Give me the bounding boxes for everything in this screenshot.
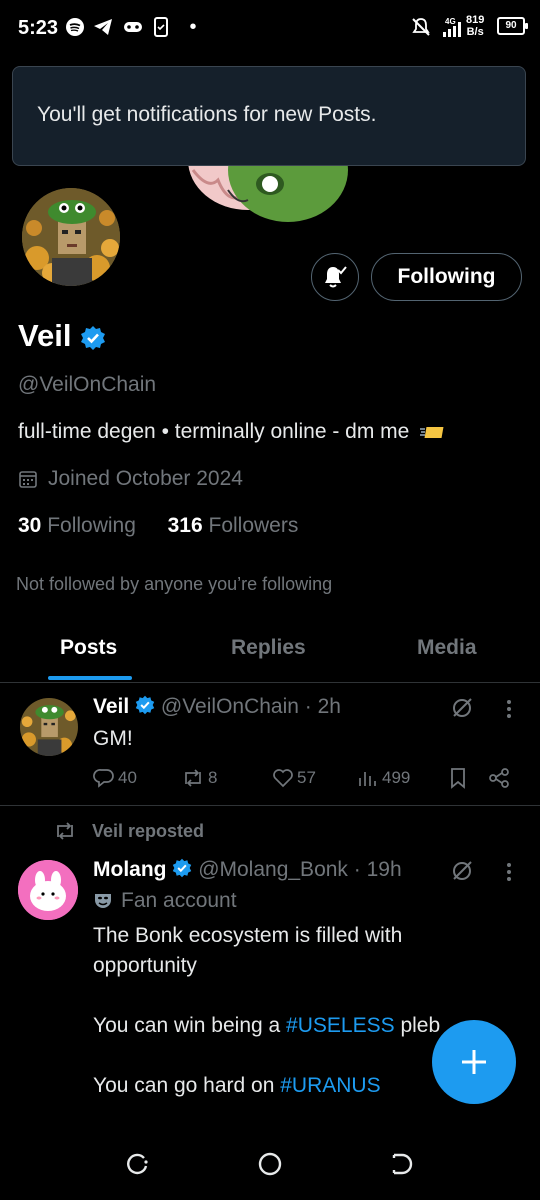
net-speed-unit: B/s (466, 26, 484, 38)
profile-name-text: Veil (18, 318, 72, 353)
following-count: 30 (18, 514, 42, 537)
net-speed: 819 B/s (466, 14, 484, 38)
status-time: 5:23 (18, 17, 59, 39)
followers-count: 316 (167, 514, 203, 537)
notifications-bell-button[interactable] (311, 253, 359, 301)
verified-badge-icon (173, 858, 192, 878)
like-count: 57 (297, 768, 316, 787)
more-options-icon[interactable] (504, 861, 514, 883)
net-speed-value: 819 (466, 14, 485, 26)
follow-counts: 30 Following 316 Followers (18, 514, 298, 538)
mute-icon (410, 16, 432, 38)
flying-envelope-icon (420, 427, 444, 439)
repost-label[interactable]: Veil reposted (92, 821, 204, 842)
back-icon[interactable] (388, 1150, 416, 1178)
more-options-icon[interactable] (504, 698, 514, 720)
tab-media[interactable]: Media (417, 636, 477, 660)
profile-bio: full-time degen • terminally online - dm… (18, 420, 445, 444)
following-button[interactable]: Following (371, 253, 522, 301)
repost-button[interactable]: 8 (181, 767, 217, 789)
gamepad-icon (122, 16, 144, 38)
heart-icon (273, 769, 293, 788)
not-followed-notice: Not followed by anyone you’re following (16, 574, 333, 594)
views-chart-icon (359, 772, 376, 786)
share-icon[interactable] (488, 767, 510, 789)
repost-icon (57, 822, 73, 840)
post-text-line: The Bonk ecosystem is filled with (93, 924, 403, 947)
profile-tabs: Posts Replies Media (0, 620, 540, 683)
post-text: GM! (93, 727, 133, 750)
post-header: Molang @Molang_Bonk · 19h (93, 858, 402, 882)
followers-label: Followers (208, 514, 299, 537)
post-text-segment: You can win being a (93, 1014, 287, 1037)
svg-text:4G: 4G (445, 17, 456, 26)
notification-toast: You'll get notifications for new Posts. (12, 66, 526, 166)
post-header: Veil @VeilOnChain · 2h (93, 695, 341, 719)
profile-avatar[interactable] (18, 184, 124, 290)
following-label: Following (47, 514, 136, 537)
like-button[interactable]: 57 (272, 767, 316, 789)
verified-badge-icon (135, 695, 155, 715)
post-text-segment: pleb (394, 1014, 441, 1037)
post-text: The Bonk ecosystem is filled with opport… (93, 921, 440, 1101)
system-navigation-bar (0, 1128, 540, 1200)
post-avatar[interactable] (18, 860, 78, 920)
reply-button[interactable]: 40 (93, 767, 137, 789)
repost-icon (185, 769, 201, 787)
verified-badge-icon[interactable] (80, 325, 106, 351)
telegram-icon (92, 16, 114, 38)
fan-account-label: Fan account (93, 889, 237, 913)
profile-bio-text: full-time degen • terminally online - dm… (18, 420, 410, 443)
tab-posts[interactable]: Posts (60, 636, 117, 660)
view-count: 499 (382, 768, 411, 787)
joined-date: Joined October 2024 (18, 467, 243, 491)
signal-icon: 4G (438, 16, 464, 38)
compose-post-button[interactable] (432, 1020, 516, 1104)
notification-dot-icon: • (189, 15, 197, 38)
status-bar: 5:23 • 4G 819 B/s 90 (0, 0, 540, 58)
reply-count: 40 (118, 768, 137, 787)
tab-active-indicator (48, 676, 132, 680)
bookmark-icon[interactable] (448, 767, 468, 789)
post-handle-time: @Molang_Bonk · 19h (198, 858, 402, 881)
recent-apps-icon[interactable] (124, 1150, 152, 1178)
post-text-line: You can go hard on #URANUS (93, 1071, 433, 1101)
post-handle-time: @VeilOnChain · 2h (160, 695, 341, 718)
reply-icon (93, 769, 114, 788)
hashtag-link[interactable]: #URANUS (280, 1074, 380, 1097)
calendar-icon (19, 471, 37, 488)
grok-icon[interactable] (450, 859, 474, 883)
theater-mask-icon (95, 894, 111, 908)
bell-check-icon (325, 266, 347, 288)
grok-icon[interactable] (450, 696, 474, 720)
post-divider (0, 805, 540, 806)
spotify-icon (64, 16, 86, 38)
post-avatar[interactable] (20, 698, 78, 756)
followers-count-link[interactable]: 316 Followers (168, 514, 299, 537)
phone-check-icon (150, 16, 172, 38)
tab-replies[interactable]: Replies (231, 636, 306, 660)
post-author-name[interactable]: Veil (93, 695, 129, 718)
plus-icon (462, 1050, 486, 1074)
post-text-line: opportunity (93, 954, 197, 977)
toast-text: You'll get notifications for new Posts. (37, 103, 377, 126)
repost-indicator: Veil reposted (52, 820, 204, 842)
joined-date-text: Joined October 2024 (48, 467, 243, 490)
home-icon[interactable] (256, 1150, 284, 1178)
repost-count: 8 (208, 768, 218, 787)
following-count-link[interactable]: 30 Following (18, 514, 136, 537)
hashtag-link[interactable]: #USELESS (286, 1014, 395, 1037)
profile-name: Veil (18, 318, 106, 354)
post-text-line: You can win being a #USELESS pleb (93, 1011, 440, 1041)
post-author-name[interactable]: Molang (93, 858, 167, 881)
views-button[interactable]: 499 (357, 767, 410, 789)
battery-icon: 90 (497, 17, 528, 35)
post-text-segment: You can go hard on (93, 1074, 281, 1097)
fan-account-text: Fan account (121, 889, 237, 912)
profile-handle: @VeilOnChain (18, 373, 157, 396)
